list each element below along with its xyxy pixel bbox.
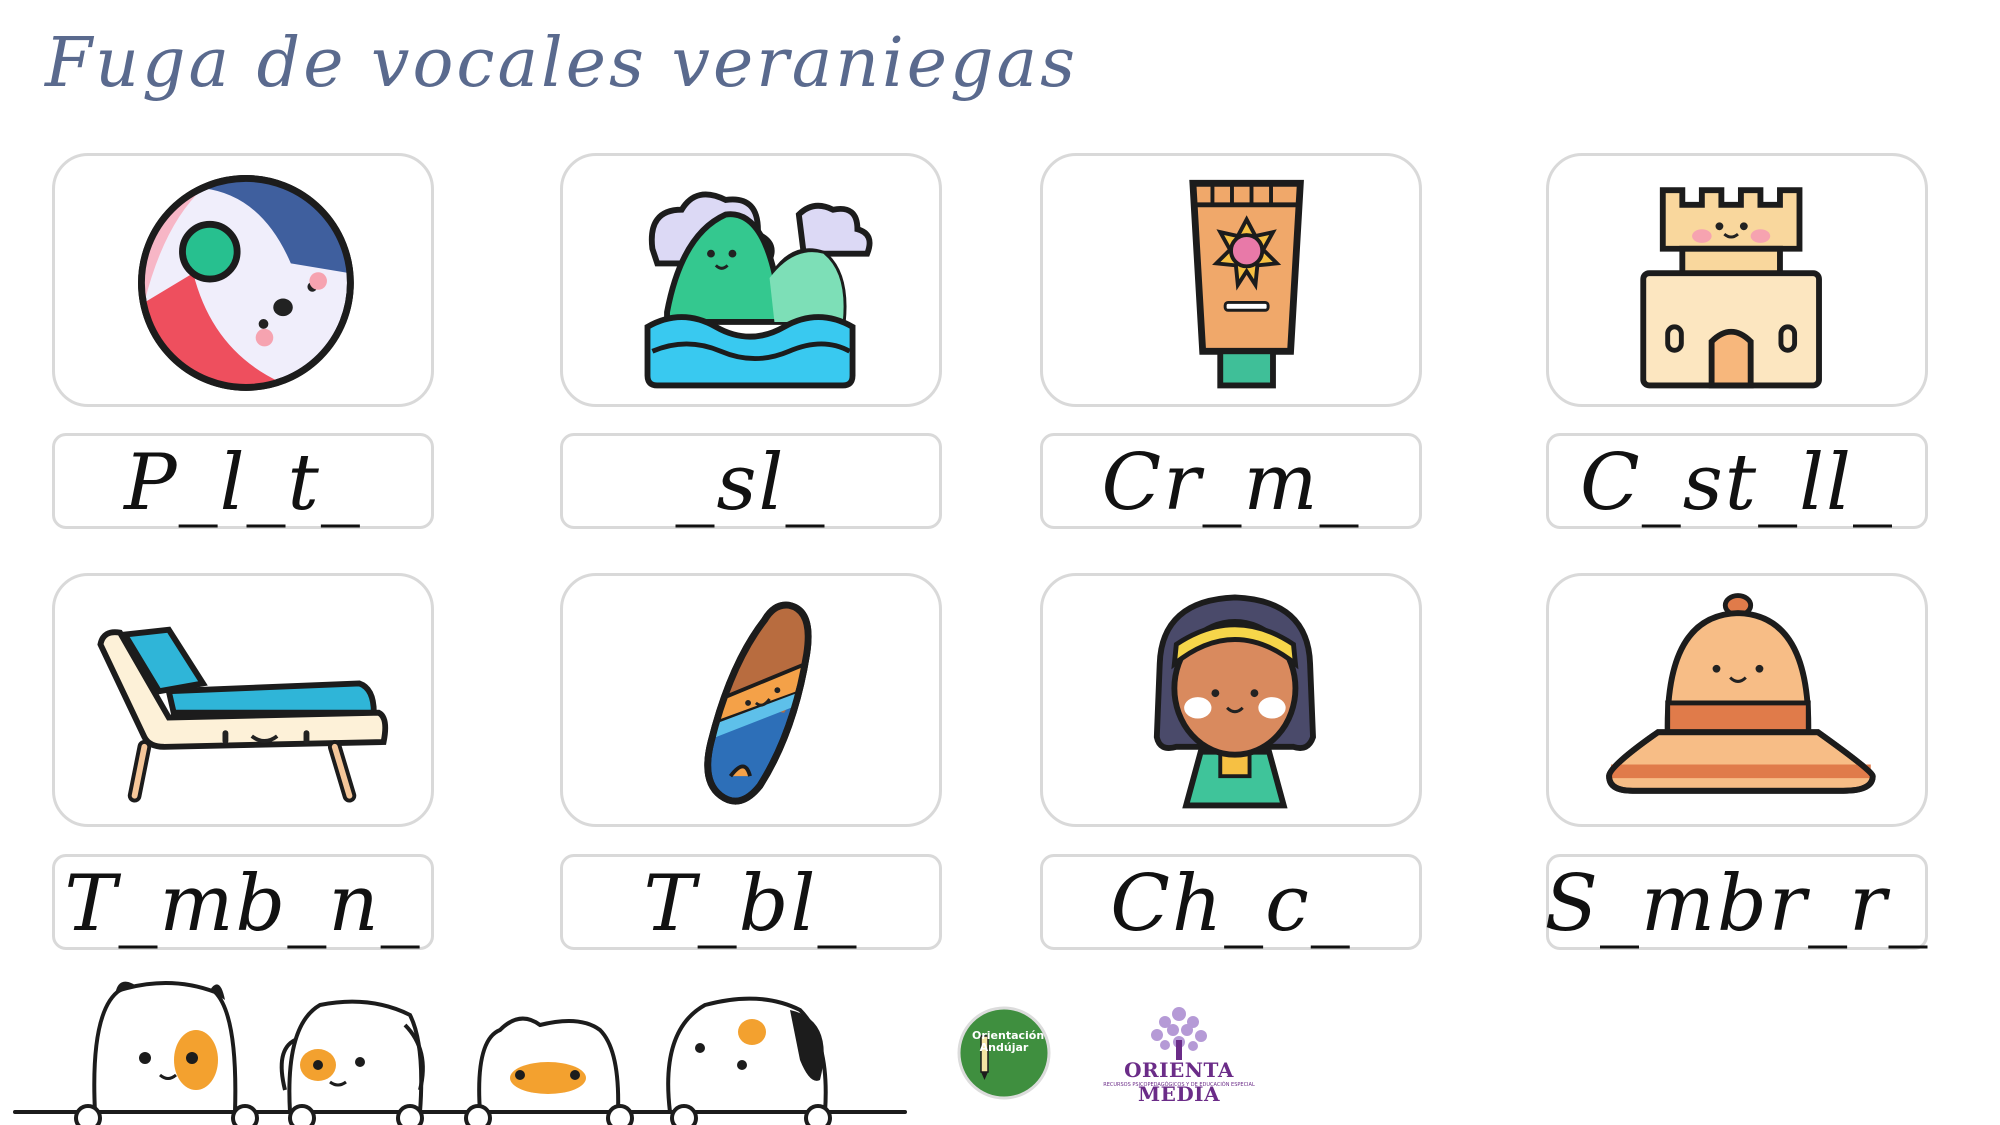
card-sunscreen [1040,153,1422,407]
page-title: Fuga de vocales veraniegas [45,24,1078,103]
word-blank-5[interactable]: T_mb_n_ [52,854,434,950]
sunscreen-icon [1189,179,1304,389]
card-surfboard [560,573,942,827]
card-island [560,153,942,407]
card-sun-hat [1546,573,1928,827]
card-girl [1040,573,1422,827]
word-blank-3[interactable]: Cr_m_ [1040,433,1422,529]
word-blank-4[interactable]: C_st_ll_ [1546,433,1928,529]
sandcastle-icon [1640,187,1822,389]
card-sandcastle [1546,153,1928,407]
surfboard-icon [704,601,812,805]
logo-left-text: Orientación Andújar [972,1029,1045,1054]
sun-lounger-icon [97,626,389,803]
animals-border-illustration [13,981,907,1125]
word-blank-1[interactable]: P_l_t_ [52,433,434,529]
card-beach-ball [52,153,434,407]
logo-right-subtitle: RECURSOS PSICOPEDAGÓGICOS Y DE EDUCACIÓN… [1103,1082,1255,1088]
word-blank-2[interactable]: _sl_ [560,433,942,529]
word-blank-8[interactable]: S_mbr_r_ [1545,854,1928,950]
girl-icon [1153,594,1316,809]
beach-ball-icon [138,175,354,391]
card-sun-lounger [52,573,434,827]
word-blank-6[interactable]: T_bl_ [560,854,942,950]
sun-hat-icon [1606,593,1876,794]
island-icon [644,191,873,389]
word-blank-7[interactable]: Ch_c_ [1040,854,1422,950]
